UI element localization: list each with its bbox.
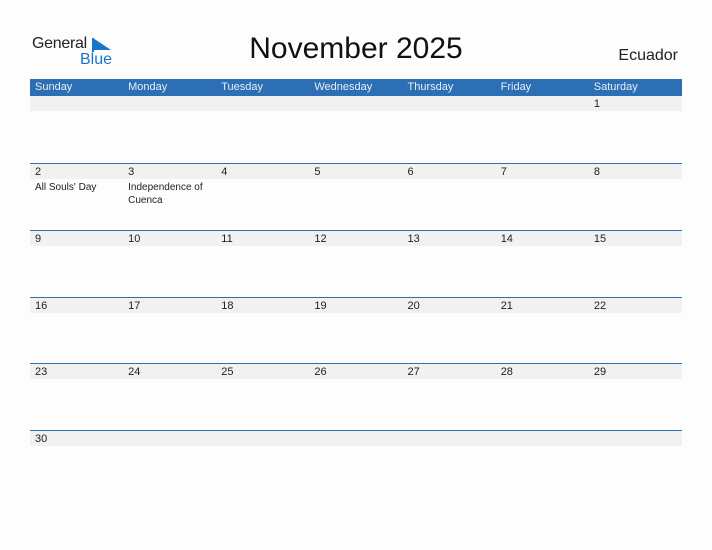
day-number: 27	[407, 366, 420, 378]
day-cell	[403, 431, 496, 497]
day-cell	[589, 431, 682, 497]
day-number: 7	[500, 166, 507, 178]
holiday-label: All Souls' Day	[35, 182, 97, 193]
day-cell: 12	[309, 231, 402, 297]
day-number: 21	[500, 300, 513, 312]
day-cell	[496, 96, 589, 162]
weekday-tuesday: Tuesday	[221, 81, 264, 93]
day-cell: 13	[403, 231, 496, 297]
day-number: 15	[593, 233, 607, 245]
day-cell: 5	[309, 164, 402, 230]
day-cell: 20	[403, 298, 496, 364]
day-cell: 21	[496, 298, 589, 364]
weekday-sunday: Sunday	[35, 81, 73, 93]
weekday-monday: Monday	[128, 81, 168, 93]
holiday-label: Independence of Cuenca	[128, 182, 203, 206]
day-cell	[309, 96, 402, 162]
day-cell	[309, 431, 402, 497]
day-cell	[496, 431, 589, 497]
day-cell: 24	[123, 364, 216, 430]
weekday-wednesday: Wednesday	[314, 81, 373, 93]
day-cell: 7	[496, 164, 589, 230]
day-number: 8	[593, 166, 600, 178]
day-number: 24	[128, 366, 141, 378]
weekday-saturday: Saturday	[593, 81, 638, 93]
week-row: 16 17 18 19 20 21 22	[30, 297, 682, 364]
day-number: 10	[128, 233, 141, 245]
week-row: 23 24 25 26 27 28 29	[30, 363, 682, 430]
day-number: 18	[221, 300, 234, 312]
weekday-thursday: Thursday	[407, 81, 454, 93]
day-number: 1	[593, 98, 600, 110]
day-cell: 16	[30, 298, 123, 364]
day-cell: 29	[589, 364, 682, 430]
week-row: 30	[30, 430, 682, 497]
day-cell: 19	[309, 298, 402, 364]
day-cell: 28	[496, 364, 589, 430]
day-cell	[123, 96, 216, 162]
day-cell: 25	[216, 364, 309, 430]
day-cell: 6	[403, 164, 496, 230]
day-number: 11	[221, 233, 233, 245]
country-label: Ecuador	[618, 47, 678, 64]
day-cell	[216, 431, 309, 497]
day-cell	[30, 96, 123, 162]
day-number: 25	[221, 366, 234, 378]
page-title: November 2025	[249, 32, 463, 65]
day-cell	[216, 96, 309, 162]
day-cell: 23	[30, 364, 123, 430]
weekday-friday: Friday	[500, 81, 532, 93]
day-number: 29	[593, 366, 607, 378]
day-number: 23	[35, 366, 48, 378]
day-cell: 2 All Souls' Day	[30, 164, 123, 230]
day-number: 16	[35, 300, 48, 312]
day-number: 28	[500, 366, 513, 378]
day-cell: 27	[403, 364, 496, 430]
day-cell: 15	[589, 231, 682, 297]
day-number: 9	[35, 233, 42, 245]
day-number: 14	[500, 233, 513, 245]
day-cell: 17	[123, 298, 216, 364]
week-row: 1	[30, 96, 682, 163]
day-number: 30	[35, 433, 48, 445]
day-number: 4	[221, 166, 228, 178]
day-cell	[123, 431, 216, 497]
day-cell: 3 Independence of Cuenca	[123, 164, 216, 230]
day-cell: 26	[309, 364, 402, 430]
day-cell	[403, 96, 496, 162]
day-number: 19	[314, 300, 327, 312]
week-row: 2 All Souls' Day 3 Independence of Cuenca 4 5…	[30, 163, 682, 230]
day-cell: 10	[123, 231, 216, 297]
day-number: 2	[35, 166, 42, 178]
day-number: 22	[593, 300, 607, 312]
day-cell: 11	[216, 231, 309, 297]
day-number: 17	[128, 300, 141, 312]
day-cell: 8	[589, 164, 682, 230]
day-number: 5	[314, 166, 321, 178]
day-number: 12	[314, 233, 327, 245]
weekday-header: Sunday Monday Tuesday Wednesday Thursday Frid…	[30, 79, 682, 96]
day-cell: 30	[30, 431, 123, 497]
day-cell: 1	[589, 96, 682, 162]
day-cell: 22	[589, 298, 682, 364]
day-number: 20	[407, 300, 420, 312]
day-cell: 9	[30, 231, 123, 297]
day-cell: 14	[496, 231, 589, 297]
day-number: 6	[407, 166, 414, 178]
day-cell: 18	[216, 298, 309, 364]
day-number: 13	[407, 233, 420, 245]
day-cell: 4	[216, 164, 309, 230]
day-number: 3	[128, 166, 135, 178]
week-row: 9 10 11 12 13 14 15	[30, 230, 682, 297]
day-number: 26	[314, 366, 327, 378]
